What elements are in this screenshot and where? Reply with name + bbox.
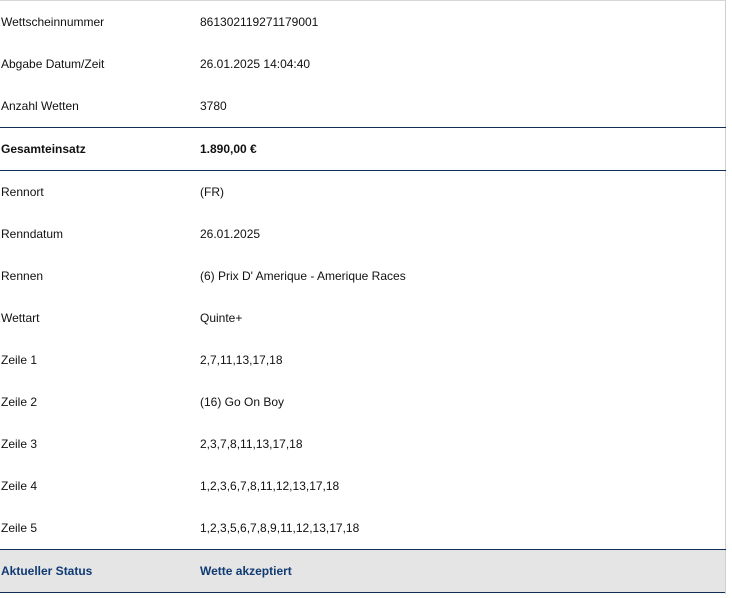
detail-value: (FR) — [200, 185, 224, 199]
detail-row-submission-datetime: Abgabe Datum/Zeit 26.01.2025 14:04:40 — [0, 43, 725, 85]
detail-row-line-4: Zeile 4 1,2,3,6,7,8,11,12,13,17,18 — [0, 465, 725, 507]
detail-value: 2,3,7,8,11,13,17,18 — [200, 437, 303, 451]
status-label: Aktueller Status — [1, 564, 93, 578]
detail-label: Abgabe Datum/Zeit — [1, 57, 105, 71]
detail-label: Wettscheinnummer — [1, 15, 105, 29]
bet-ticket-details: Wettscheinnummer 861302119271179001 Abga… — [0, 0, 726, 594]
detail-label: Zeile 3 — [1, 437, 38, 451]
detail-label: Zeile 5 — [1, 521, 38, 535]
detail-row-race: Rennen (6) Prix D' Amerique - Amerique R… — [0, 255, 725, 297]
detail-value: (6) Prix D' Amerique - Amerique Races — [200, 269, 406, 283]
detail-value: 2,7,11,13,17,18 — [200, 353, 283, 367]
detail-value: (16) Go On Boy — [200, 395, 285, 409]
detail-value: Quinte+ — [200, 311, 243, 325]
status-badge: Wette akzeptiert — [200, 564, 292, 578]
detail-row-race-date: Renndatum 26.01.2025 — [0, 213, 725, 255]
detail-label: Wettart — [1, 311, 40, 325]
detail-label: Zeile 1 — [1, 353, 38, 367]
detail-row-bet-type: Wettart Quinte+ — [0, 297, 725, 339]
detail-row-current-status: Aktueller Status Wette akzeptiert — [0, 550, 725, 593]
detail-row-line-3: Zeile 3 2,3,7,8,11,13,17,18 — [0, 423, 725, 465]
detail-row-line-1: Zeile 1 2,7,11,13,17,18 — [0, 339, 725, 381]
detail-label: Renndatum — [1, 227, 64, 241]
detail-label: Rennen — [1, 269, 44, 283]
detail-row-line-2: Zeile 2 (16) Go On Boy — [0, 381, 725, 423]
detail-label: Anzahl Wetten — [1, 99, 79, 113]
detail-row-total-stake: Gesamteinsatz 1.890,00 € — [0, 128, 725, 170]
detail-value: 3780 — [200, 99, 227, 113]
detail-value: 1,2,3,6,7,8,11,12,13,17,18 — [200, 479, 340, 493]
detail-value: 861302119271179001 — [200, 15, 319, 29]
detail-label: Gesamteinsatz — [1, 142, 86, 156]
detail-label: Zeile 2 — [1, 395, 38, 409]
detail-value: 26.01.2025 14:04:40 — [200, 57, 311, 71]
detail-row-bet-count: Anzahl Wetten 3780 — [0, 85, 725, 127]
detail-label: Zeile 4 — [1, 479, 38, 493]
detail-value: 1,2,3,5,6,7,8,9,11,12,13,17,18 — [200, 521, 360, 535]
detail-row-race-location: Rennort (FR) — [0, 171, 725, 213]
detail-value: 26.01.2025 — [200, 227, 261, 241]
detail-row-line-5: Zeile 5 1,2,3,5,6,7,8,9,11,12,13,17,18 — [0, 507, 725, 549]
detail-row-ticket-number: Wettscheinnummer 861302119271179001 — [0, 1, 725, 43]
detail-label: Rennort — [1, 185, 44, 199]
detail-value: 1.890,00 € — [200, 142, 257, 156]
